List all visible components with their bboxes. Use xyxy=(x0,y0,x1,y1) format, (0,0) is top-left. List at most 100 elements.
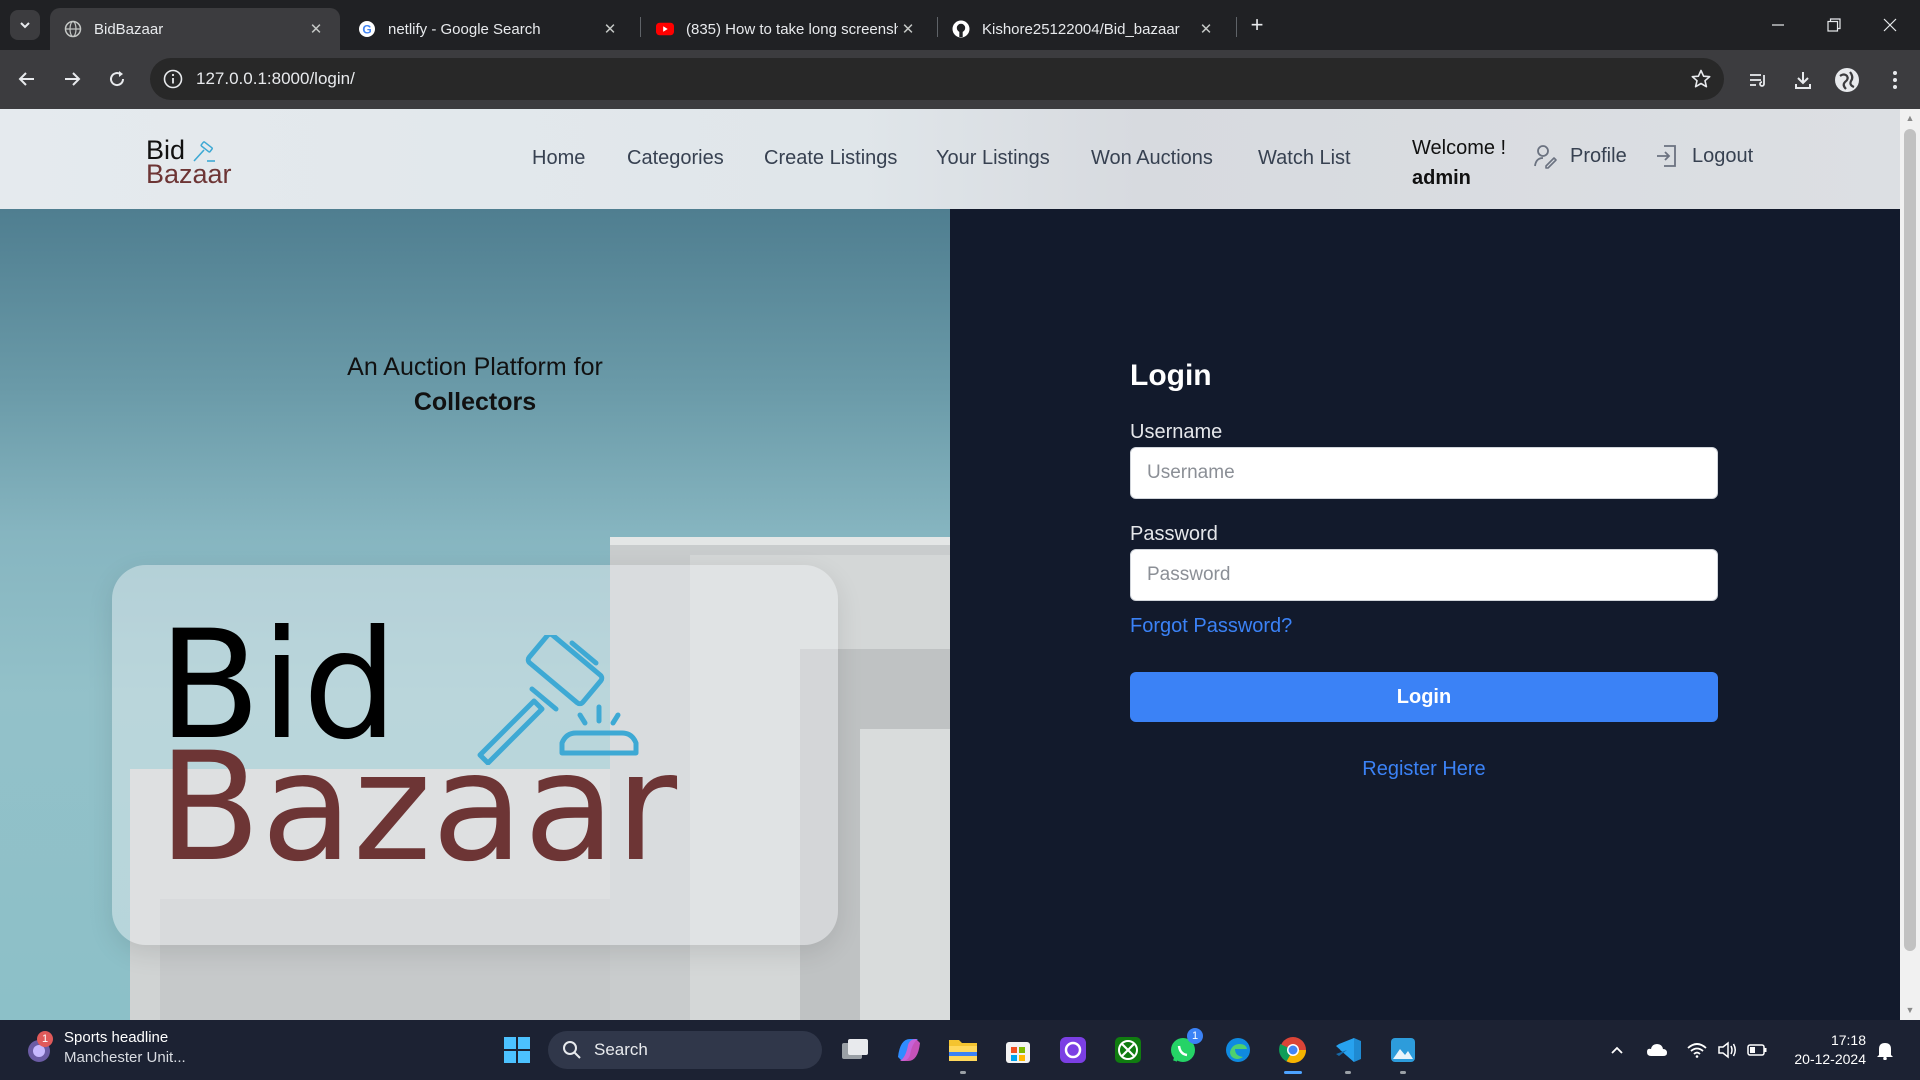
taskbar-app-whatsapp[interactable]: 1 xyxy=(1163,1028,1203,1070)
login-button[interactable]: Login xyxy=(1130,672,1718,722)
reading-list-button[interactable] xyxy=(1743,65,1773,95)
bookmark-star-icon[interactable] xyxy=(1690,68,1712,90)
user-edit-icon xyxy=(1534,145,1557,169)
task-view-button[interactable] xyxy=(835,1030,875,1070)
forgot-password-link[interactable]: Forgot Password? xyxy=(1130,615,1292,638)
svg-text:G: G xyxy=(362,23,371,37)
onedrive-button[interactable] xyxy=(1646,1039,1668,1061)
login-panel: Login Username Password Forgot Password?… xyxy=(950,209,1900,1020)
new-tab-button[interactable]: + xyxy=(1244,12,1270,38)
tab-bidbazaar[interactable]: BidBazaar ✕ xyxy=(50,8,340,50)
profile-avatar-button[interactable] xyxy=(1832,65,1862,95)
taskbar-app-photos[interactable] xyxy=(1383,1030,1423,1074)
taskbar-app-edge[interactable] xyxy=(1218,1030,1258,1070)
hero-logo-bazaar: Bazaar xyxy=(158,721,678,895)
logo-bazaar-text: Bazaar xyxy=(146,159,232,189)
kebab-menu-icon xyxy=(1893,71,1897,89)
running-indicator xyxy=(1400,1071,1406,1074)
clock-date: 20-12-2024 xyxy=(1794,1051,1866,1067)
nav-create-listings-link[interactable]: Create Listings xyxy=(764,147,897,170)
tab-youtube[interactable]: (835) How to take long screensh ✕ xyxy=(642,8,932,50)
reload-icon xyxy=(110,71,125,87)
back-button[interactable] xyxy=(10,62,44,96)
notifications-button[interactable] xyxy=(1874,1039,1896,1061)
tray-overflow-button[interactable] xyxy=(1606,1039,1628,1061)
copilot-icon xyxy=(898,1039,920,1061)
restore-button[interactable] xyxy=(1806,0,1862,50)
taskbar-app-copilot[interactable] xyxy=(889,1030,929,1070)
start-button[interactable] xyxy=(497,1030,537,1070)
taskbar-app-file-explorer[interactable] xyxy=(943,1030,983,1074)
news-widget[interactable]: 1 Sports headline Manchester Unit... xyxy=(24,1028,186,1068)
system-clock[interactable]: 17:18 20-12-2024 xyxy=(1770,1031,1866,1069)
arrow-left-icon xyxy=(18,72,34,86)
scroll-up-icon[interactable]: ▲ xyxy=(1905,113,1915,123)
news-subtitle: Manchester Unit... xyxy=(64,1049,186,1066)
close-window-button[interactable] xyxy=(1862,0,1918,50)
address-bar[interactable]: 127.0.0.1:8000/login/ xyxy=(150,58,1724,100)
nav-your-listings-link[interactable]: Your Listings xyxy=(936,147,1050,170)
cloud-icon xyxy=(1647,1044,1667,1056)
logout-icon xyxy=(1657,145,1676,167)
tab-title: BidBazaar xyxy=(94,20,164,38)
github-icon xyxy=(952,20,970,38)
close-icon[interactable]: ✕ xyxy=(898,19,918,39)
minimize-icon xyxy=(1772,24,1784,26)
browser-menu-button[interactable] xyxy=(1880,65,1910,95)
nav-profile-link[interactable]: Profile xyxy=(1532,143,1627,169)
site-logo[interactable]: Bid Bazaar xyxy=(146,135,246,191)
page-viewport: Bid Bazaar Home Categories Create Listin… xyxy=(0,109,1900,1020)
browser-tab-bar: BidBazaar ✕ G netlify - Google Search ✕ … xyxy=(0,0,1920,50)
minimize-button[interactable] xyxy=(1750,0,1806,50)
taskbar-app-store[interactable] xyxy=(998,1030,1038,1070)
password-input[interactable] xyxy=(1130,549,1718,601)
volume-button[interactable] xyxy=(1716,1039,1738,1061)
wifi-button[interactable] xyxy=(1686,1039,1708,1061)
chrome-icon xyxy=(1279,1037,1307,1064)
username-input[interactable] xyxy=(1130,447,1718,499)
taskbar-app-vscode[interactable] xyxy=(1328,1030,1368,1074)
forward-button[interactable] xyxy=(55,62,89,96)
nav-won-auctions-link[interactable]: Won Auctions xyxy=(1091,147,1213,170)
nav-logout-link[interactable]: Logout xyxy=(1654,143,1753,169)
taskbar-app-xbox[interactable] xyxy=(1108,1030,1148,1070)
tab-github[interactable]: Kishore25122004/Bid_bazaar ✕ xyxy=(938,8,1230,50)
edge-icon xyxy=(1226,1038,1250,1062)
site-navbar: Bid Bazaar Home Categories Create Listin… xyxy=(0,109,1900,209)
tab-title: netlify - Google Search xyxy=(388,20,541,38)
avatar-icon xyxy=(1835,68,1859,92)
whatsapp-badge: 1 xyxy=(1187,1028,1203,1044)
taskbar-app-chrome[interactable] xyxy=(1273,1030,1313,1074)
close-icon[interactable]: ✕ xyxy=(306,19,326,39)
news-title: Sports headline xyxy=(64,1029,169,1046)
globe-icon xyxy=(64,20,82,38)
hero-tagline-emphasis: Collectors xyxy=(413,388,537,416)
building-image xyxy=(860,729,950,1020)
nav-watch-list-link[interactable]: Watch List xyxy=(1258,147,1351,170)
reload-button[interactable] xyxy=(100,62,134,96)
app-icon xyxy=(1060,1037,1086,1063)
close-icon[interactable]: ✕ xyxy=(600,19,620,39)
taskbar-search[interactable]: Search xyxy=(548,1031,822,1069)
register-link[interactable]: Register Here xyxy=(1130,758,1718,781)
page-scrollbar[interactable]: ▲ ▼ xyxy=(1900,109,1920,1020)
site-info-icon[interactable] xyxy=(162,68,184,90)
playlist-icon xyxy=(1750,74,1765,87)
tab-google-search[interactable]: G netlify - Google Search ✕ xyxy=(344,8,634,50)
news-badge: 1 xyxy=(37,1031,53,1047)
scroll-down-icon[interactable]: ▼ xyxy=(1905,1005,1915,1015)
username-text: admin xyxy=(1412,167,1471,189)
tab-title: (835) How to take long screensh xyxy=(686,20,898,38)
battery-button[interactable] xyxy=(1746,1039,1768,1061)
chevron-up-icon xyxy=(1611,1046,1623,1054)
downloads-button[interactable] xyxy=(1788,65,1818,95)
taskbar-app-proton[interactable] xyxy=(1053,1030,1093,1070)
scrollbar-thumb[interactable] xyxy=(1904,129,1916,951)
nav-home-link[interactable]: Home xyxy=(532,147,585,170)
hero-logo-card: Bid Bazaar xyxy=(112,565,838,945)
store-icon xyxy=(1006,1042,1030,1063)
close-icon[interactable]: ✕ xyxy=(1196,19,1216,39)
url-text[interactable]: 127.0.0.1:8000/login/ xyxy=(196,69,355,89)
nav-categories-link[interactable]: Categories xyxy=(627,147,724,170)
tab-search-button[interactable] xyxy=(10,10,40,40)
